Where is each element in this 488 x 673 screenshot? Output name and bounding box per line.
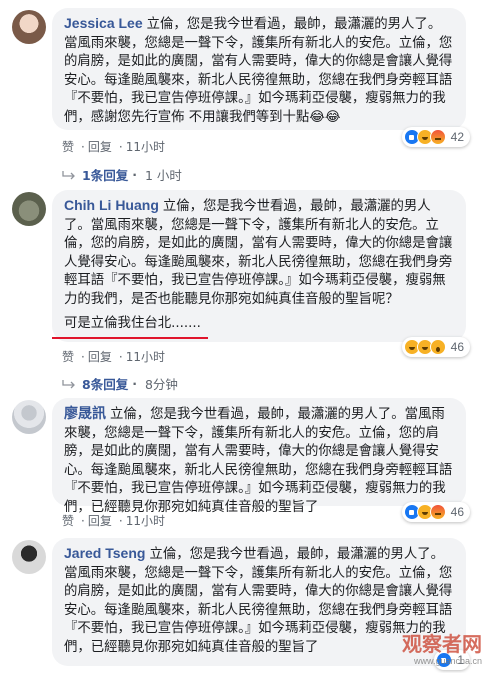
reply-arrow-icon <box>62 379 75 388</box>
comment-text: 立倫，您是我今世看過，最帥，最瀟灑的男人了。當風雨來襲，您總是一聲下令，護集所有… <box>64 199 453 307</box>
replies-time: 1 小时 <box>144 168 182 183</box>
reaction-summary[interactable]: 46 <box>401 337 470 357</box>
avatar[interactable] <box>12 540 46 574</box>
like-button[interactable]: 赞 <box>62 514 74 528</box>
comment-bubble: Jessica Lee 立倫，您是我今世看過，最帥，最瀟灑的男人了。當風雨來襲，您… <box>52 8 466 130</box>
angry-reaction-icon <box>429 129 446 145</box>
reaction-count: 46 <box>450 340 464 354</box>
comment-time[interactable]: 11小时 <box>126 350 165 364</box>
watermark-logo: 观察者网 www.guancha.cn <box>402 635 482 669</box>
reply-arrow-icon <box>62 170 75 179</box>
comment-text: 立倫，您是我今世看過，最帥，最瀟灑的男人了。當風雨來襲，您總是一聲下令，護集所有… <box>64 17 453 125</box>
watermark-url: www.guancha.cn <box>413 656 482 666</box>
replies-count: 1条回复 <box>82 168 129 183</box>
reaction-count: 42 <box>450 130 464 144</box>
comment-author[interactable]: Chih Li Huang <box>64 197 159 213</box>
reaction-count: 46 <box>450 505 464 519</box>
reply-button[interactable]: 回复 <box>88 514 112 528</box>
comment-time[interactable]: 11小时 <box>126 140 165 154</box>
avatar[interactable] <box>12 10 46 44</box>
view-replies-link[interactable]: 8条回复 · 8分钟 <box>62 374 178 393</box>
avatar[interactable] <box>12 400 46 434</box>
like-button[interactable]: 赞 <box>62 140 74 154</box>
highlight-underline <box>52 337 208 339</box>
reaction-summary[interactable]: 42 <box>401 127 470 147</box>
comment-author[interactable]: Jessica Lee <box>64 15 143 31</box>
angry-reaction-icon <box>429 504 446 520</box>
view-replies-link[interactable]: 1条回复 · 1 小时 <box>62 165 182 184</box>
comment-text: 立倫，您是我今世看過，最帥，最瀟灑的男人了。當風雨來襲，您總是一聲下令，護集所有… <box>64 547 453 655</box>
comment-actions: 赞 · 回复 · 11小时 <box>62 350 165 364</box>
comment-extra-text: 可是立倫我住台北....... <box>64 316 201 331</box>
reply-button[interactable]: 回复 <box>88 350 112 364</box>
comment-actions: 赞 · 回复 · 11小时 <box>62 140 165 154</box>
comment-text: 立倫，您是我今世看過，最帥，最瀟灑的男人了。當風雨來襲，您總是一聲下令，護集所有… <box>64 407 453 515</box>
wow-reaction-icon <box>429 339 446 355</box>
comment-author[interactable]: 廖晟訊 <box>64 405 106 421</box>
reaction-summary[interactable]: 46 <box>401 502 470 522</box>
avatar[interactable] <box>12 192 46 226</box>
comment-actions: 赞 · 回复 · 11小时 <box>62 514 165 528</box>
reply-button[interactable]: 回复 <box>88 140 112 154</box>
like-button[interactable]: 赞 <box>62 350 74 364</box>
comment-author[interactable]: Jared Tseng <box>64 545 145 561</box>
comment-time[interactable]: 11小时 <box>126 514 165 528</box>
replies-count: 8条回复 <box>82 377 129 392</box>
comment-bubble: Chih Li Huang 立倫，您是我今世看過，最帥，最瀟灑的男人了。當風雨來襲… <box>52 190 466 342</box>
comment-bubble: 廖晟訊 立倫，您是我今世看過，最帥，最瀟灑的男人了。當風雨來襲，您總是一聲下令，護… <box>52 398 466 515</box>
replies-time: 8分钟 <box>144 377 178 392</box>
